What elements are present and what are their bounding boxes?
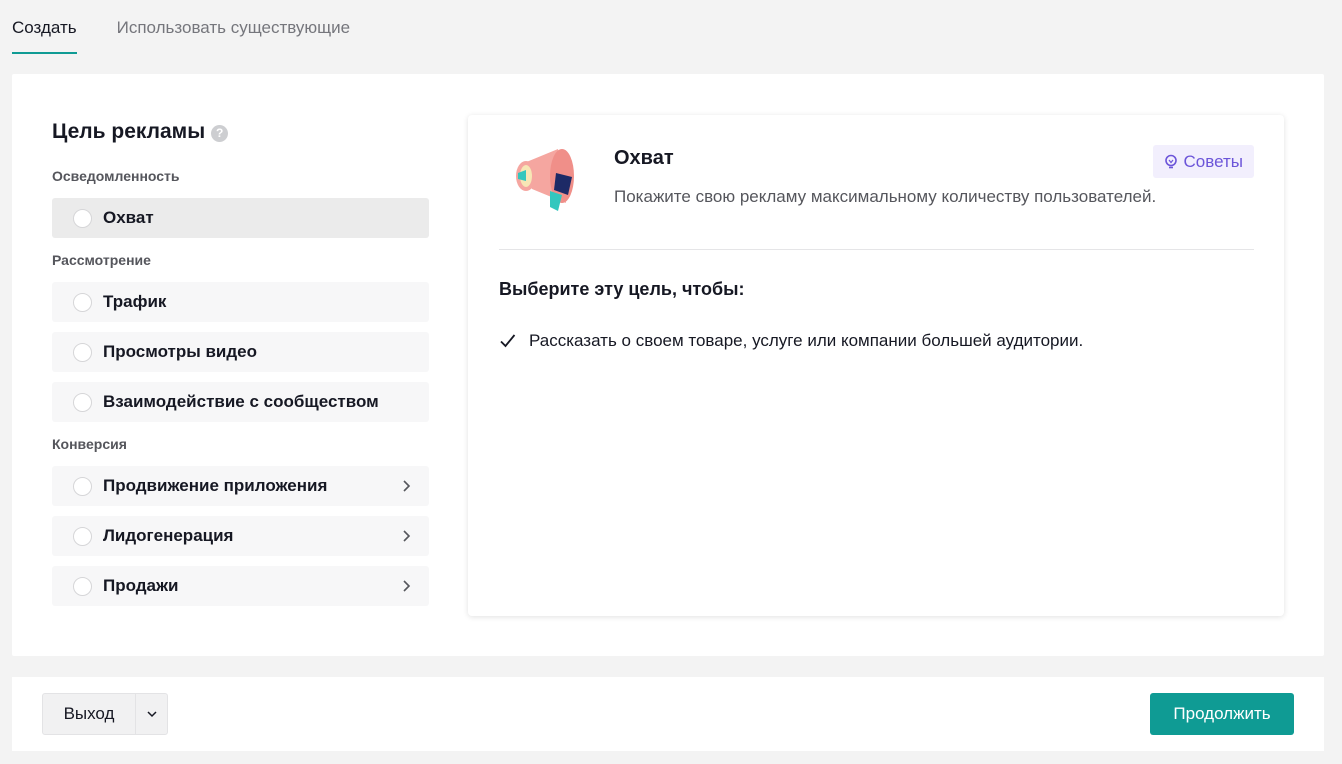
option-label: Продажи (103, 576, 179, 595)
chevron-right-icon (403, 480, 411, 492)
lightbulb-icon (1164, 154, 1177, 168)
tab-create[interactable]: Создать (12, 0, 77, 56)
chevron-right-icon (403, 530, 411, 542)
group-label-consideration: Рассмотрение (52, 252, 151, 268)
group-label-conversion: Конверсия (52, 436, 127, 452)
objective-detail-card: Охват Покажите свою рекламу максимальном… (468, 115, 1284, 616)
radio-button[interactable] (73, 476, 92, 496)
exit-button[interactable]: Выход (43, 694, 135, 734)
option-traffic[interactable]: Трафик (52, 282, 429, 322)
objective-list: Цель рекламы ? Осведомленность Охват Рас… (52, 118, 429, 606)
footer-bar: Выход Продолжить (12, 677, 1324, 751)
option-label: Просмотры видео (103, 342, 258, 361)
radio-button[interactable] (73, 342, 92, 362)
radio-button[interactable] (73, 576, 92, 596)
chevron-right-icon (403, 580, 411, 592)
tab-use-existing[interactable]: Использовать существующие (117, 0, 351, 56)
radio-button[interactable] (73, 526, 92, 546)
radio-button[interactable] (73, 208, 92, 228)
exit-button-group: Выход (42, 693, 168, 735)
divider (499, 249, 1254, 250)
chevron-down-icon (146, 711, 157, 718)
option-community-interaction[interactable]: Взаимодействие с сообществом (52, 382, 429, 422)
exit-dropdown-toggle[interactable] (135, 694, 167, 734)
continue-button[interactable]: Продолжить (1150, 693, 1294, 735)
why-title: Выберите эту цель, чтобы: (499, 279, 745, 299)
option-video-views[interactable]: Просмотры видео (52, 332, 429, 372)
option-app-promotion[interactable]: Продвижение приложения (52, 466, 429, 506)
option-reach[interactable]: Охват (52, 198, 429, 238)
objective-heading: Цель рекламы ? (52, 118, 429, 146)
detail-title: Охват (614, 147, 674, 169)
main-panel: Цель рекламы ? Осведомленность Охват Рас… (12, 74, 1324, 656)
check-icon (500, 334, 516, 348)
option-label: Взаимодействие с сообществом (103, 392, 379, 411)
option-lead-generation[interactable]: Лидогенерация (52, 516, 429, 556)
option-sales[interactable]: Продажи (52, 566, 429, 606)
detail-description: Покажите свою рекламу максимальному коли… (614, 187, 1157, 206)
option-label: Охват (103, 208, 154, 227)
tips-button[interactable]: Советы (1152, 145, 1254, 178)
radio-button[interactable] (73, 392, 92, 412)
objective-title: Цель рекламы (52, 120, 206, 143)
tab-bar: Создать Использовать существующие (12, 0, 390, 56)
option-label: Лидогенерация (103, 526, 234, 545)
help-icon[interactable]: ? (211, 124, 229, 142)
megaphone-icon (516, 149, 574, 211)
radio-button[interactable] (73, 292, 92, 312)
group-label-awareness: Осведомленность (52, 168, 180, 184)
tips-label: Советы (1183, 151, 1243, 171)
option-label: Продвижение приложения (103, 476, 328, 495)
option-label: Трафик (103, 292, 167, 311)
reason-text: Рассказать о своем товаре, услуге или ко… (529, 331, 1084, 350)
reason-item: Рассказать о своем товаре, услуге или ко… (499, 331, 1083, 351)
